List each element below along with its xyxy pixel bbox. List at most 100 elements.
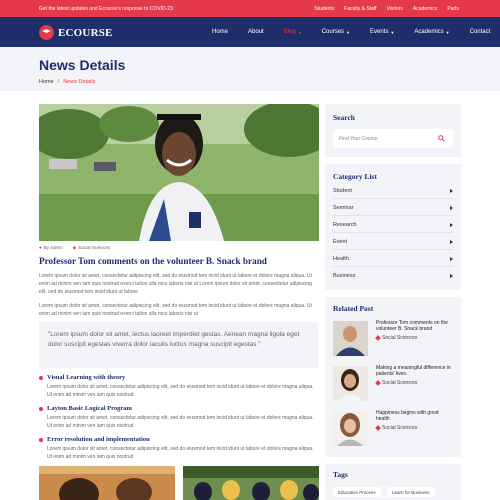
category-widget: Category List Student Seminar Research E…	[325, 164, 461, 290]
section-heading-3: Error resolution and implementation	[39, 436, 150, 443]
page-banner: News Details Home / News Details	[0, 47, 500, 91]
bullet-icon	[39, 375, 43, 380]
post-paragraph-1: Lorem ipsum dolor sit amet, consectetur …	[39, 273, 312, 295]
bullet-icon	[39, 437, 43, 442]
main-navbar: ECOURSE Home About Blog ▼ Courses ▼ Events…	[0, 17, 500, 47]
related-post-thumb-2[interactable]	[333, 366, 368, 401]
category-label: Health	[333, 256, 349, 262]
woman-photo	[333, 366, 368, 401]
section-heading-text: Layton Basic Logical Program	[47, 405, 132, 412]
top-link-faculty[interactable]: Faculty & Staff	[344, 6, 376, 12]
related-posts-widget: Related Post Professor Tom comments on t…	[325, 297, 461, 457]
tag-icon: ◆	[72, 245, 77, 250]
post-paragraph-2: Lorem ipsum dolor sit amet, consectetur …	[39, 303, 312, 317]
logo-text: ECOURSE	[58, 26, 113, 39]
nav-label: Academics	[414, 29, 444, 35]
nav-item-home[interactable]: Home	[212, 29, 228, 35]
top-link-students[interactable]: Students	[314, 6, 334, 12]
section-text-1: Lorem ipsum dolor sit amet, consectetur …	[47, 384, 314, 398]
breadcrumb-separator: /	[57, 79, 60, 85]
top-link-parts[interactable]: Parts	[447, 6, 459, 12]
category-label: Event	[333, 239, 348, 245]
category-item-research[interactable]: Research	[333, 222, 453, 228]
related-post-tag-1[interactable]: Social Sciences	[375, 335, 418, 341]
breadcrumb-current: News Details	[63, 79, 96, 85]
post-title: Professor Tom comments on the volunteer …	[39, 256, 267, 266]
tag-icon	[375, 335, 381, 341]
category-item-health[interactable]: Health	[333, 256, 453, 262]
search-input[interactable]: Find Your Course	[333, 129, 453, 148]
related-post-title-1[interactable]: Professor Tom comments on the volunteer …	[376, 320, 451, 332]
divider	[333, 198, 453, 199]
top-link-academics[interactable]: Academics	[413, 6, 437, 12]
girl-photo	[333, 411, 368, 446]
search-icon[interactable]	[438, 135, 445, 142]
post-author[interactable]: ● By Admin	[39, 245, 63, 251]
caret-right-icon	[450, 240, 453, 244]
user-icon: ●	[39, 245, 42, 250]
nav-item-academics[interactable]: Academics ▼	[414, 29, 449, 35]
students-photo	[39, 466, 175, 500]
related-post-thumb-1[interactable]	[333, 321, 368, 356]
search-widget: Search Find Your Course	[325, 104, 461, 157]
breadcrumb-home[interactable]: Home	[39, 79, 54, 85]
professor-photo	[333, 321, 368, 356]
related-post-tag-2[interactable]: Social Sciences	[375, 380, 418, 386]
related-post-title-3[interactable]: Happiness begins with good health	[376, 410, 451, 422]
category-item-business[interactable]: Business	[333, 273, 453, 279]
announcement-text[interactable]: Get the latest updates and Ecourse's res…	[39, 6, 173, 12]
tag-label: Social Sciences	[382, 335, 418, 341]
category-item-student[interactable]: Student	[333, 188, 453, 194]
post-category[interactable]: ◆ Social Sciences	[73, 245, 110, 251]
graduate-photo	[39, 104, 319, 241]
nav-label: About	[248, 29, 264, 35]
nav-item-blog[interactable]: Blog ▼	[284, 29, 302, 35]
gallery-image-1	[39, 466, 175, 500]
top-links: Students Faculty & Staff Visitors Academ…	[314, 6, 459, 12]
caret-right-icon	[450, 223, 453, 227]
tag-chip-education-process[interactable]: Education Process	[333, 487, 381, 497]
gallery-image-2	[183, 466, 319, 500]
tag-icon	[375, 380, 381, 386]
related-title: Related Post	[333, 304, 374, 313]
section-text-3: Lorem ipsum dolor sit amet, consectetur …	[47, 446, 314, 460]
post-meta: ● By Admin ◆ Social Sciences	[39, 245, 110, 251]
site-logo[interactable]: ECOURSE	[39, 25, 113, 40]
blockquote: "Lorem ipsum dolor sit amet, lectus laor…	[39, 322, 318, 368]
section-heading-text: Visual Learning with theory	[47, 374, 126, 381]
chevron-down-icon: ▼	[390, 29, 395, 35]
tag-label: Social Sciences	[382, 380, 418, 386]
page-title: News Details	[39, 57, 126, 73]
nav-item-about[interactable]: About	[248, 29, 264, 35]
section-heading-text: Error resolution and implementation	[47, 436, 150, 443]
caret-right-icon	[450, 274, 453, 278]
top-link-visitors[interactable]: Visitors	[387, 6, 403, 12]
section-heading-1: Visual Learning with theory	[39, 374, 125, 381]
tag-label: Social Sciences	[382, 425, 418, 431]
chevron-down-icon: ▼	[297, 29, 302, 35]
tags-title: Tags	[333, 470, 348, 479]
divider	[333, 266, 453, 267]
nav-label: Events	[370, 29, 389, 35]
category-label: Seminar	[333, 205, 354, 211]
chevron-down-icon: ▼	[346, 29, 350, 35]
category-item-seminar[interactable]: Seminar	[333, 205, 453, 211]
top-announcement-bar: Get the latest updates and Ecourse's res…	[0, 0, 500, 17]
tag-chip-learn-for-business[interactable]: Learn for Business	[387, 487, 435, 497]
category-item-event[interactable]: Event	[333, 239, 453, 245]
nav-item-courses[interactable]: Courses ▼	[322, 29, 350, 35]
related-post-thumb-3[interactable]	[333, 411, 368, 446]
nav-item-events[interactable]: Events ▼	[370, 29, 394, 35]
category-title: Category List	[333, 172, 377, 181]
breadcrumb: Home / News Details	[39, 79, 95, 85]
related-post-title-2[interactable]: Making a meaningful difference in patien…	[376, 365, 451, 377]
nav-label: Contact	[469, 29, 491, 35]
graduation-cap-icon	[39, 25, 54, 40]
chevron-down-icon: ▼	[445, 29, 450, 35]
divider	[333, 232, 453, 233]
related-post-tag-3[interactable]: Social Sciences	[375, 425, 418, 431]
section-heading-2: Layton Basic Logical Program	[39, 405, 132, 412]
nav-label: Courses	[321, 29, 345, 35]
nav-item-contact[interactable]: Contact	[470, 29, 491, 35]
caret-right-icon	[450, 206, 453, 210]
